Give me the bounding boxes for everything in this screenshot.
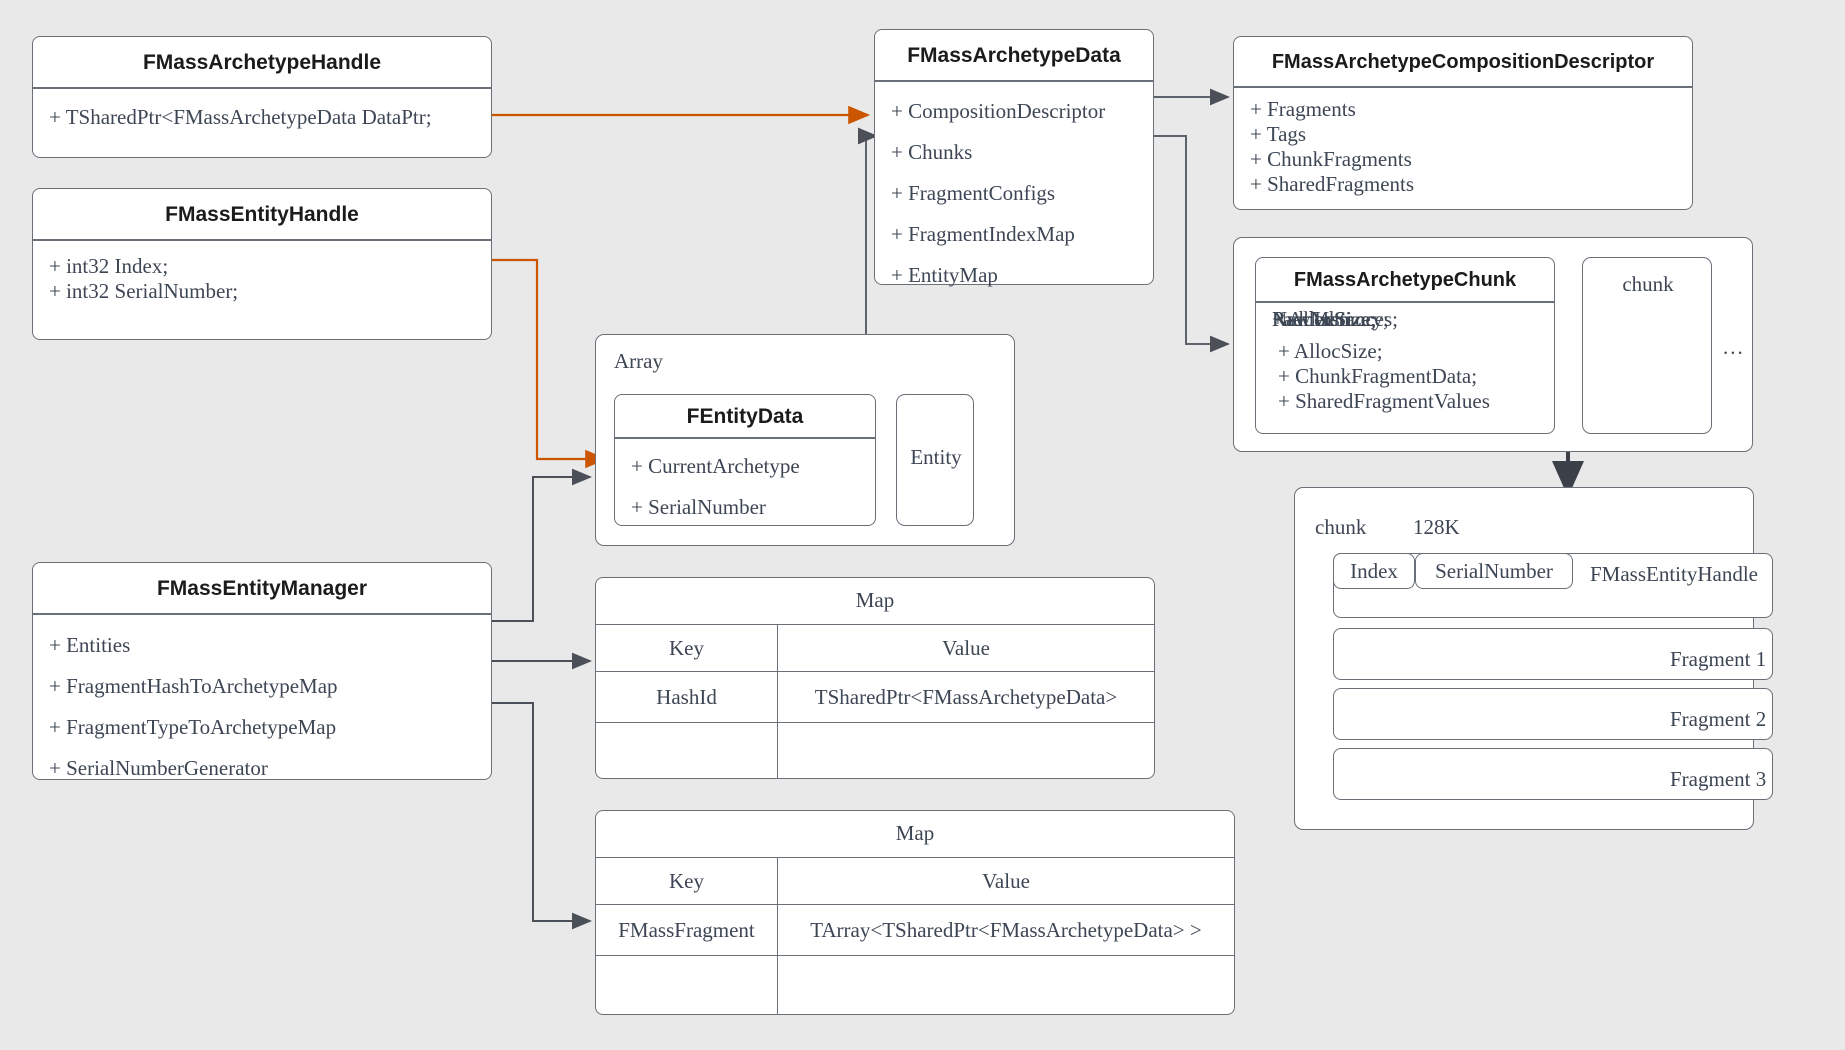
chunk-fragment-label: Fragment 2 — [1670, 707, 1767, 731]
class-box-fmassarchetypehandle[interactable]: FMassArchetypeHandle + TSharedPtr<FMassA… — [32, 36, 492, 158]
map-empty-row[interactable] — [596, 956, 1234, 1014]
map-table-type-to-archetype[interactable]: Map Key Value FMassFragment TArray<TShar… — [595, 810, 1235, 1015]
attribute-row: + TSharedPtr<FMassArchetypeData DataPtr; — [49, 104, 432, 129]
map-header-key: Key — [596, 625, 778, 671]
class-box-fentitydata[interactable]: FEntityData + CurrentArchetype + SerialN… — [614, 394, 876, 526]
class-title: FMassEntityManager — [156, 577, 368, 600]
class-title: FEntityData — [686, 405, 804, 428]
attribute-row: + FragmentConfigs — [891, 180, 1056, 205]
attribute-row: + CompositionDescriptor — [891, 98, 1106, 123]
class-box-fmassarchetypedata[interactable]: FMassArchetypeData + CompositionDescript… — [874, 29, 1154, 285]
class-title: FMassArchetypeCompositionDescriptor — [1271, 51, 1655, 73]
attribute-row: + Entities — [49, 632, 131, 657]
chunk-detail-size: 128K — [1413, 515, 1460, 539]
class-attributes: + TSharedPtr<FMassArchetypeData DataPtr; — [33, 89, 491, 145]
map-cell-value — [778, 956, 1234, 1014]
class-attributes: + int32 Index; + int32 SerialNumber; — [33, 241, 491, 316]
map-empty-row[interactable] — [596, 723, 1154, 778]
attribute-row: + SerialNumber — [631, 494, 766, 519]
attribute-row: + Fragments — [1250, 96, 1356, 121]
chunk-cell-index[interactable]: Index — [1333, 553, 1415, 589]
entity-card-label: Entity — [910, 445, 962, 469]
class-attributes: + CompositionDescriptor + Chunks + Fragm… — [875, 82, 1153, 308]
chunk-ellipsis: ... — [1723, 335, 1745, 359]
attribute-row: + Chunks — [891, 139, 973, 164]
map-header-key: Key — [596, 858, 778, 904]
class-title: FMassEntityHandle — [165, 203, 359, 226]
chunk-card-label: chunk — [1622, 272, 1674, 296]
map-header-value: Value — [942, 635, 990, 660]
array-label: Array — [614, 349, 663, 373]
class-title: FMassArchetypeHandle — [142, 51, 382, 74]
attribute-row: + EntityMap — [891, 262, 998, 287]
class-title: FMassArchetypeData — [907, 44, 1121, 67]
class-box-fmassarchetypecompositiondescriptor[interactable]: FMassArchetypeCompositionDescriptor + Fr… — [1233, 36, 1693, 210]
class-attributes: + Fragments + Tags + ChunkFragments + Sh… — [1234, 88, 1692, 209]
chunk-placeholder-card: chunk — [1582, 257, 1712, 434]
attribute-row: + int32 Index; — [49, 253, 169, 278]
map-title: Map — [596, 578, 1154, 625]
attribute-row: + FragmentTypeToArchetypeMap — [49, 714, 337, 739]
map-data-row[interactable]: HashId TSharedPtr<FMassArchetypeData> — [596, 672, 1154, 723]
diagram-canvas: FMassArchetypeHandle + TSharedPtr<FMassA… — [0, 0, 1845, 1050]
attribute-row: + SerialNumberGenerator — [49, 755, 268, 780]
map-cell-key — [596, 956, 778, 1014]
overlap-text-allocsize: + AllocSize; — [1272, 306, 1377, 331]
map-cell-key — [596, 723, 778, 778]
chunk-fragment-label: Fragment 3 — [1670, 767, 1767, 791]
map-header-row: Key Value — [596, 858, 1234, 905]
map-cell-key: FMassFragment — [596, 905, 778, 955]
map-title: Map — [596, 811, 1234, 858]
class-attributes: + CurrentArchetype + SerialNumber — [615, 439, 875, 540]
map-header-value: Value — [982, 868, 1030, 893]
entity-card: Entity — [896, 394, 974, 526]
class-box-fmassarchetypechunk[interactable]: FMassArchetypeChunk RawMemory; NumInstan… — [1255, 257, 1555, 434]
chunk-entity-handle-label: FMassEntityHandle — [1590, 562, 1758, 586]
chunk-detail-label: chunk — [1315, 515, 1367, 539]
class-attributes: + Entities + FragmentHashToArchetypeMap … — [33, 615, 491, 801]
map-data-row[interactable]: FMassFragment TArray<TSharedPtr<FMassArc… — [596, 905, 1234, 956]
class-box-fmassentityhandle[interactable]: FMassEntityHandle + int32 Index; + int32… — [32, 188, 492, 340]
chunk-cell-serialnumber[interactable]: SerialNumber — [1415, 553, 1573, 589]
map-cell-key: HashId — [596, 672, 778, 722]
attribute-row: + ChunkFragments — [1250, 146, 1412, 171]
map-header-row: Key Value — [596, 625, 1154, 672]
attribute-row: + AllocSize; — [1278, 338, 1383, 363]
class-title: FMassArchetypeChunk — [1293, 269, 1517, 291]
attribute-row: + Tags — [1250, 121, 1307, 146]
attribute-row-overlapping: RawMemory; NumInstances; PaddedSize; + A… — [1272, 307, 1532, 333]
connector-entityhandle-to-fentitydata — [492, 258, 608, 469]
attribute-row: + FragmentIndexMap — [891, 221, 1075, 246]
map-table-hash-to-archetype[interactable]: Map Key Value HashId TSharedPtr<FMassArc… — [595, 577, 1155, 779]
map-cell-value: TArray<TSharedPtr<FMassArchetypeData> > — [810, 917, 1202, 942]
class-box-fmassentitymanager[interactable]: FMassEntityManager + Entities + Fragment… — [32, 562, 492, 780]
attribute-row: + int32 SerialNumber; — [49, 278, 239, 303]
attribute-row: + SharedFragmentValues — [1278, 388, 1490, 413]
attribute-row: + CurrentArchetype — [631, 453, 800, 478]
attribute-row: + SharedFragments — [1250, 171, 1415, 196]
chunk-fragment-label: Fragment 1 — [1670, 647, 1767, 671]
map-cell-value — [778, 723, 1154, 778]
attribute-row: + FragmentHashToArchetypeMap — [49, 673, 338, 698]
class-attributes: RawMemory; NumInstances; PaddedSize; + A… — [1256, 303, 1554, 426]
map-cell-value: TSharedPtr<FMassArchetypeData> — [814, 684, 1118, 709]
attribute-row: + ChunkFragmentData; — [1278, 363, 1478, 388]
